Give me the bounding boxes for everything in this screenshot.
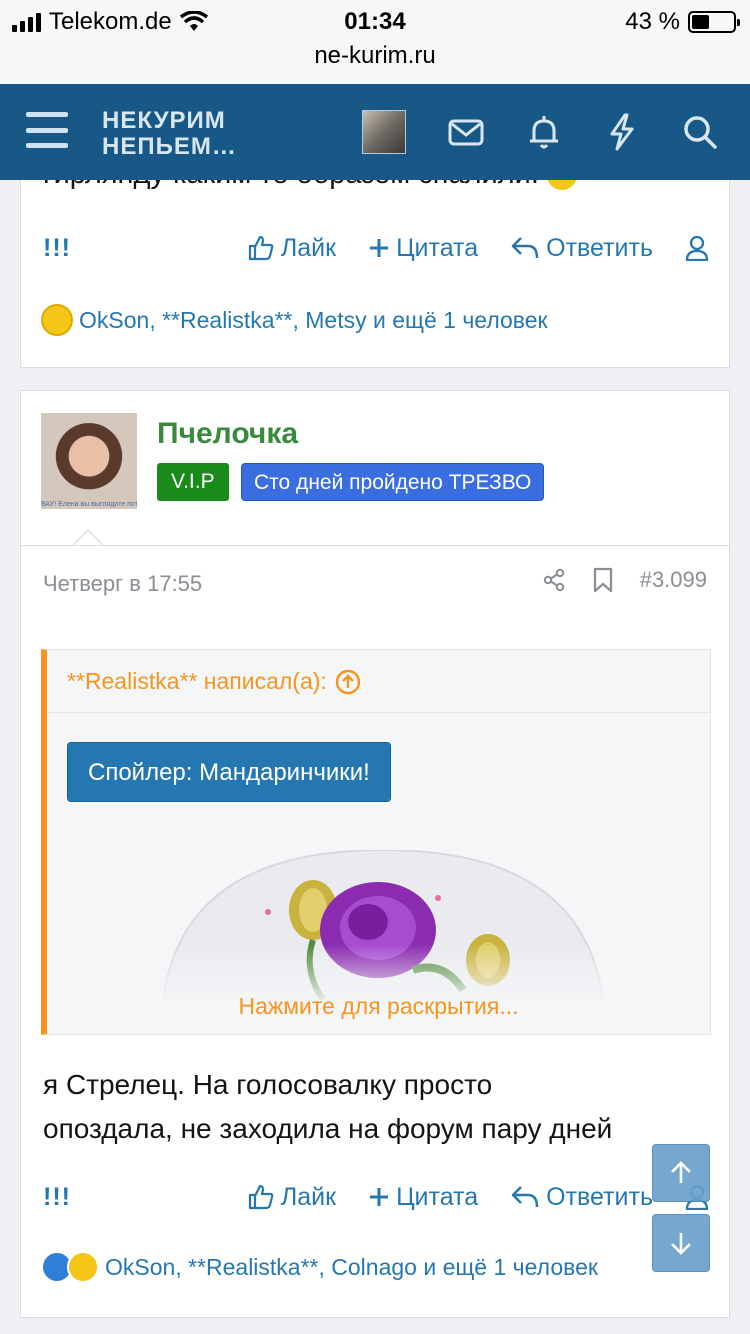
- logo-line-1: НЕКУРИМ: [102, 107, 226, 134]
- reactions-bar[interactable]: OkSon, **Realistka**, Colnago и ещё 1 че…: [41, 1251, 598, 1283]
- heart-eyes-emoji-icon: [67, 1251, 99, 1283]
- quote-label: Цитата: [396, 1182, 479, 1211]
- quote-fade: [47, 944, 710, 1034]
- reply-icon: [511, 237, 539, 259]
- reactions-list[interactable]: OkSon, **Realistka**, Colnago и ещё 1 че…: [105, 1254, 598, 1281]
- report-link[interactable]: !!!: [43, 234, 71, 263]
- like-label: Лайк: [280, 1182, 337, 1211]
- vip-badge: V.I.P: [157, 463, 229, 501]
- arrow-up-circle-icon[interactable]: [335, 669, 361, 695]
- author-username[interactable]: Пчелочка: [157, 417, 298, 451]
- post-actions: !!! Лайк Цитата Ответить: [43, 228, 709, 268]
- reply-button[interactable]: Ответить: [510, 234, 653, 263]
- previous-post: гирлянду каким то образом спалили. !!! Л…: [20, 180, 730, 368]
- bell-icon[interactable]: [524, 112, 564, 152]
- lightning-icon[interactable]: [602, 112, 642, 152]
- spoiler-button[interactable]: Спойлер: Мандаринчики!: [67, 742, 391, 802]
- like-label: Лайк: [280, 233, 337, 262]
- reactions-bar[interactable]: OkSon, **Realistka**, Metsy и ещё 1 чело…: [41, 304, 548, 336]
- quote-label: Цитата: [396, 233, 479, 262]
- plus-icon: [370, 1188, 389, 1206]
- battery-info: 43 %: [625, 8, 740, 36]
- user-title-badge: Сто дней пройдено ТРЕЗВО: [241, 463, 545, 501]
- post-text-line: опоздала, не заходила на форум пару дней: [43, 1113, 613, 1144]
- thumbs-up-icon: [248, 1184, 274, 1210]
- post-number[interactable]: #3.099: [640, 567, 707, 593]
- user-icon[interactable]: [685, 235, 709, 261]
- battery-icon: [688, 11, 740, 33]
- quote-block: **Realistka** написал(а): Спойлер: Манда…: [41, 649, 711, 1035]
- user-avatar[interactable]: [362, 110, 406, 154]
- reply-label: Ответить: [546, 1182, 653, 1211]
- share-icon[interactable]: [542, 568, 566, 592]
- author-avatar[interactable]: [41, 413, 137, 509]
- search-icon[interactable]: [680, 112, 720, 152]
- status-bar: Telekom.de 01:34 43 % ne-kurim.ru: [0, 0, 750, 84]
- speech-notch: [73, 528, 103, 546]
- divider: [47, 712, 710, 713]
- arrow-up-icon: [671, 1161, 691, 1183]
- quote-button[interactable]: Цитата: [368, 234, 478, 263]
- report-link[interactable]: !!!: [43, 1183, 71, 1212]
- scroll-up-button[interactable]: [652, 1144, 710, 1202]
- address-url[interactable]: ne-kurim.ru: [0, 42, 750, 70]
- reactions-list[interactable]: OkSon, **Realistka**, Metsy и ещё 1 чело…: [79, 307, 548, 334]
- reply-label: Ответить: [546, 233, 653, 262]
- post-actions: !!! Лайк Цитата Ответить: [43, 1177, 709, 1217]
- mail-icon[interactable]: [446, 112, 486, 152]
- menu-icon[interactable]: [26, 112, 68, 148]
- like-button[interactable]: Лайк: [247, 234, 336, 263]
- arrow-down-icon: [671, 1233, 691, 1255]
- quote-author[interactable]: **Realistka** написал(а):: [67, 668, 327, 695]
- post-meta-actions: #3.099: [542, 567, 707, 593]
- battery-percent: 43 %: [625, 8, 680, 35]
- scroll-down-button[interactable]: [652, 1214, 710, 1272]
- post-date[interactable]: Четверг в 17:55: [43, 571, 202, 597]
- reply-icon: [511, 1186, 539, 1208]
- divider: [21, 545, 729, 546]
- expand-quote-link[interactable]: Нажмите для раскрытия...: [47, 993, 710, 1020]
- reply-button[interactable]: Ответить: [510, 1183, 653, 1212]
- avatar-caption: ВАУ! Елена вы выглядите потр: [41, 501, 137, 508]
- plus-icon: [370, 239, 389, 257]
- quote-header[interactable]: **Realistka** написал(а):: [67, 668, 361, 695]
- thumbs-up-icon: [248, 235, 274, 261]
- post-body: я Стрелец. На голосовалку просто опоздал…: [43, 1063, 713, 1151]
- site-navbar: НЕКУРИМ НЕПЬЕМ…: [0, 84, 750, 180]
- bookmark-icon[interactable]: [592, 567, 614, 593]
- site-logo[interactable]: НЕКУРИМ НЕПЬЕМ…: [102, 108, 237, 160]
- laughing-emoji-icon: [41, 304, 73, 336]
- post-text-line: я Стрелец. На голосовалку просто: [43, 1069, 493, 1100]
- like-button[interactable]: Лайк: [247, 1183, 336, 1212]
- battery-fill: [692, 15, 710, 29]
- forum-post: ВАУ! Елена вы выглядите потр Пчелочка V.…: [20, 390, 730, 1318]
- quote-button[interactable]: Цитата: [368, 1183, 478, 1212]
- logo-line-2: НЕПЬЕМ…: [102, 133, 237, 160]
